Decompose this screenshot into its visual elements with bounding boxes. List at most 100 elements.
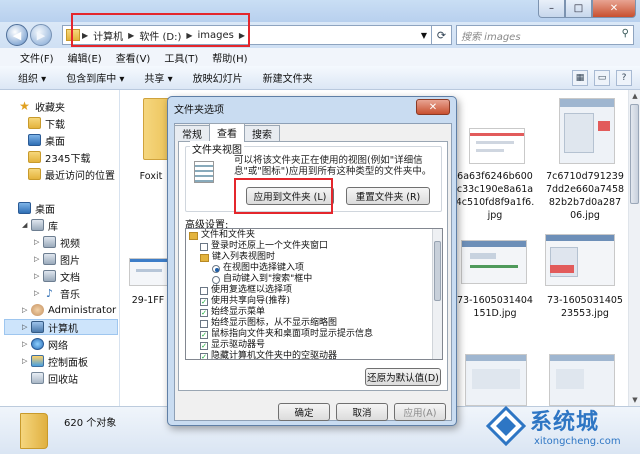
desktop-icon (28, 134, 41, 146)
tab-general[interactable]: 常规 (174, 125, 210, 141)
apply-button[interactable]: 应用(A) (394, 403, 446, 421)
radio-button[interactable] (212, 264, 220, 273)
tree-option[interactable]: ✓ 显示驱动器号 (200, 340, 265, 351)
image-thumbnail[interactable] (545, 234, 615, 286)
checkbox[interactable] (200, 286, 208, 295)
tree-option[interactable]: 使用复选框以选择项 (200, 285, 292, 296)
ok-button[interactable]: 确定 (278, 403, 330, 421)
nav-pictures[interactable]: ▷ 图片 (34, 251, 80, 267)
organize-button[interactable]: 组织 ▾ (18, 70, 46, 85)
menu-file[interactable]: 文件(F) (20, 50, 54, 65)
maximize-button[interactable]: □ (565, 0, 592, 18)
nav-label: 控制面板 (48, 357, 88, 369)
nav-2345-downloads[interactable]: 2345下载 (28, 149, 90, 165)
search-input[interactable]: 搜索 images ⚲ (456, 25, 634, 45)
tree-option[interactable]: 登录时还原上一个文件夹窗口 (200, 241, 328, 252)
tree-option[interactable]: ✓ 隐藏计算机文件夹中的空驱动器 (200, 351, 337, 359)
menu-tools[interactable]: 工具(T) (164, 50, 198, 65)
radio-button[interactable] (212, 275, 220, 284)
breadcrumb-computer[interactable]: 计算机 (90, 28, 126, 43)
address-bar[interactable]: ▶ 计算机 ▶ 软件 (D:) ▶ images ▶ ▼ (62, 25, 432, 45)
tab-view[interactable]: 查看 (209, 123, 245, 141)
nav-network[interactable]: ▷ 网络 (22, 336, 68, 352)
file-name[interactable]: 73-1605031405 23553.jpg (541, 294, 629, 320)
tree-scrollbar[interactable] (432, 229, 442, 359)
nav-libraries[interactable]: ◢ 库 (22, 217, 58, 233)
image-thumbnail[interactable] (461, 240, 527, 284)
watermark-logo-icon (486, 406, 526, 446)
include-in-library-button[interactable]: 包含到库中 ▾ (66, 70, 124, 85)
view-options-icon[interactable]: ▦ (572, 70, 588, 86)
tree-option[interactable]: ✓ 使用共享向导(推荐) (200, 296, 290, 307)
checkbox[interactable]: ✓ (200, 341, 208, 350)
menu-view[interactable]: 查看(V) (116, 50, 151, 65)
file-name[interactable]: 6a63f6246b600 c33c190e8a61a 4c510fd8f9a1… (451, 170, 539, 222)
vertical-scrollbar[interactable]: ▲ ▼ (628, 90, 640, 406)
collapse-icon[interactable]: ▷ (34, 289, 43, 297)
nav-administrator[interactable]: ▷ Administrator (22, 302, 116, 318)
nav-music[interactable]: ▷ ♪ 音乐 (34, 285, 80, 301)
tree-option[interactable]: ✓ 始终显示菜单 (200, 307, 265, 318)
tree-option[interactable]: 始终显示图标，从不显示缩略图 (200, 318, 337, 329)
collapse-icon[interactable]: ▷ (22, 357, 31, 365)
scrollbar-thumb[interactable] (630, 104, 639, 204)
file-name[interactable]: 73-1605031404 151D.jpg (451, 294, 539, 320)
collapse-icon[interactable]: ▷ (22, 306, 31, 314)
breadcrumb-images[interactable]: images (195, 30, 237, 41)
menu-help[interactable]: 帮助(H) (212, 50, 247, 65)
image-thumbnail[interactable] (465, 354, 527, 406)
nav-videos[interactable]: ▷ 视频 (34, 234, 80, 250)
scrollbar-thumb[interactable] (434, 241, 441, 301)
nav-desktop[interactable]: 桌面 (18, 200, 55, 216)
forward-button[interactable]: ▶ (30, 24, 52, 46)
tree-option[interactable]: ✓ 鼠标指向文件夹和桌面项时显示提示信息 (200, 329, 373, 340)
collapse-icon[interactable]: ▷ (22, 340, 31, 348)
nav-recent-places[interactable]: 最近访问的位置 (28, 166, 115, 182)
restore-defaults-button[interactable]: 还原为默认值(D) (365, 368, 441, 386)
help-icon[interactable]: ? (616, 70, 632, 86)
explorer-window: – □ ✕ ◀ ▶ ▶ 计算机 ▶ 软件 (D:) ▶ images ▶ ▼ ⟳… (0, 0, 640, 454)
cancel-button[interactable]: 取消 (336, 403, 388, 421)
image-thumbnail[interactable] (559, 98, 615, 164)
new-folder-button[interactable]: 新建文件夹 (263, 70, 313, 85)
nav-downloads[interactable]: 下载 (28, 115, 65, 131)
checkbox[interactable] (200, 319, 208, 328)
checkbox[interactable] (200, 242, 208, 251)
nav-documents[interactable]: ▷ 文档 (34, 268, 80, 284)
menu-edit[interactable]: 编辑(E) (68, 50, 102, 65)
image-thumbnail[interactable] (469, 128, 525, 164)
collapse-icon[interactable]: ▷ (22, 323, 31, 331)
checkbox[interactable]: ✓ (200, 308, 208, 317)
nav-desktop-favorite[interactable]: 桌面 (28, 132, 65, 148)
reset-folders-button[interactable]: 重置文件夹 (R) (346, 187, 430, 205)
collapse-icon[interactable]: ▷ (34, 255, 43, 263)
preview-pane-icon[interactable]: ▭ (594, 70, 610, 86)
dropdown-icon[interactable]: ▼ (421, 31, 427, 40)
checkbox[interactable]: ✓ (200, 297, 208, 306)
back-button[interactable]: ◀ (6, 24, 28, 46)
file-name[interactable]: 7c6710d791239 7dd2e660a7458 82b2b7d0a287… (541, 170, 629, 222)
checkbox[interactable]: ✓ (200, 352, 208, 359)
collapse-icon[interactable]: ▷ (34, 272, 43, 280)
nav-recycle-bin[interactable]: 回收站 (31, 370, 78, 386)
apply-to-folders-button[interactable]: 应用到文件夹 (L) (246, 187, 334, 205)
nav-computer[interactable]: ▷ 计算机 (4, 319, 118, 335)
tab-search[interactable]: 搜索 (244, 125, 280, 141)
dialog-close-button[interactable]: ✕ (416, 99, 450, 115)
minimize-button[interactable]: – (538, 0, 565, 18)
expand-icon[interactable]: ◢ (22, 221, 31, 229)
close-button[interactable]: ✕ (592, 0, 636, 18)
scroll-up-icon[interactable]: ▲ (629, 90, 640, 102)
tree-option[interactable]: 在视图中选择键入项 (212, 263, 304, 274)
slideshow-button[interactable]: 放映幻灯片 (193, 70, 243, 85)
nav-favorites[interactable]: ★ 收藏夹 (18, 98, 65, 114)
advanced-settings-list[interactable]: 文件和文件夹 登录时还原上一个文件夹窗口 键入列表视图时 在视图中选择键入项 自… (185, 228, 443, 360)
share-button[interactable]: 共享 ▾ (144, 70, 172, 85)
tree-option[interactable]: 自动键入到"搜索"框中 (212, 274, 312, 285)
breadcrumb-drive-d[interactable]: 软件 (D:) (136, 28, 184, 43)
refresh-button[interactable]: ⟳ (432, 25, 452, 45)
checkbox[interactable]: ✓ (200, 330, 208, 339)
nav-control-panel[interactable]: ▷ 控制面板 (22, 353, 88, 369)
collapse-icon[interactable]: ▷ (34, 238, 43, 246)
image-thumbnail[interactable] (549, 354, 615, 406)
